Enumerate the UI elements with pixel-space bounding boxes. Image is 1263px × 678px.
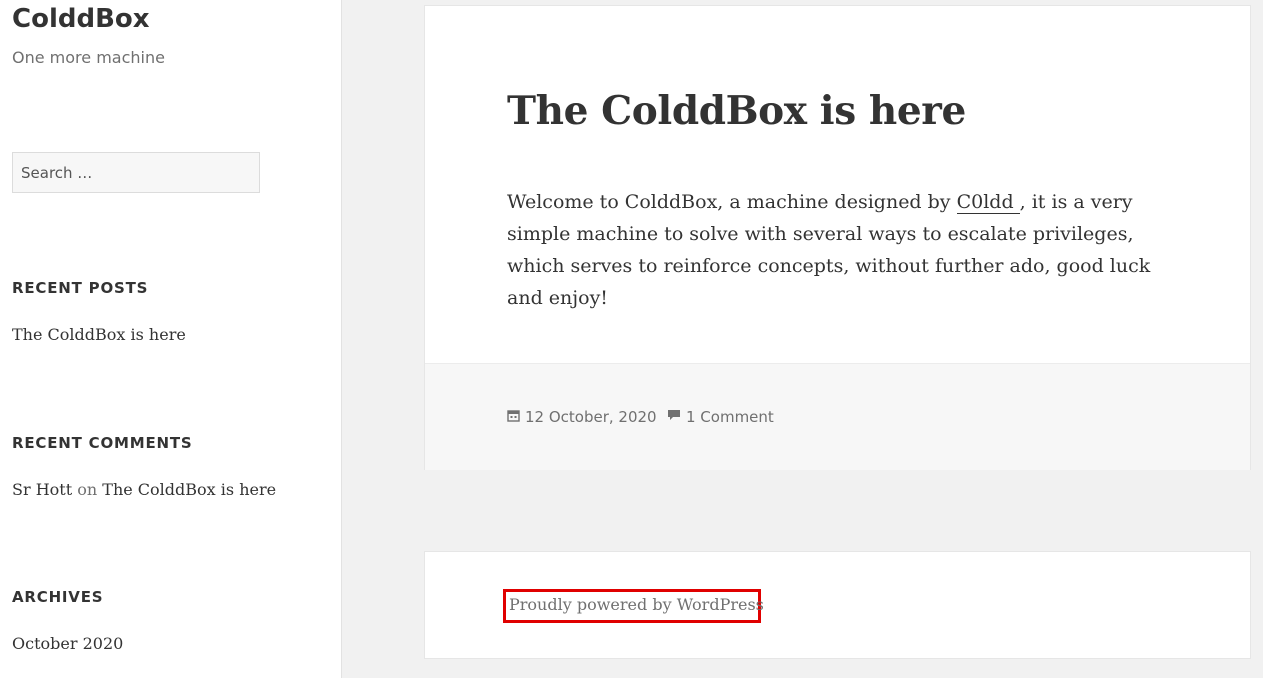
recent-posts-title: RECENT POSTS	[12, 279, 149, 297]
author-link[interactable]: C0ldd	[956, 191, 1020, 214]
comments-link[interactable]: 1 Comment	[686, 408, 774, 426]
post-meta-footer: 12 October, 2020 1 Comment	[425, 363, 1250, 470]
comment-on-text: on	[77, 480, 98, 499]
post-date-link[interactable]: 12 October, 2020	[525, 408, 657, 426]
site-title[interactable]: ColddBox	[12, 4, 150, 34]
recent-comments-title: RECENT COMMENTS	[12, 434, 193, 452]
recent-post-link[interactable]: The ColddBox is here	[12, 325, 186, 344]
sidebar: ColddBox One more machine RECENT POSTS T…	[0, 0, 342, 678]
calendar-icon	[507, 408, 520, 426]
post-content: Welcome to ColddBox, a machine designed …	[507, 186, 1167, 314]
archive-link[interactable]: October 2020	[12, 634, 123, 653]
site-description: One more machine	[12, 48, 165, 67]
post-content-before: Welcome to ColddBox, a machine designed …	[507, 191, 957, 213]
post-comments: 1 Comment	[667, 408, 774, 426]
comment-author-link[interactable]: Sr Hott	[12, 480, 72, 499]
site-footer: Proudly powered by WordPress	[424, 551, 1251, 659]
search-input[interactable]	[12, 152, 260, 193]
post-title[interactable]: The ColddBox is here	[507, 88, 966, 134]
post-card: The ColddBox is here Welcome to ColddBox…	[424, 5, 1251, 470]
comment-post-link[interactable]: The ColddBox is here	[102, 480, 276, 499]
archives-title: ARCHIVES	[12, 588, 104, 606]
comment-icon	[667, 408, 681, 426]
recent-comment-item: Sr Hott on The ColddBox is here	[12, 480, 276, 499]
powered-by-wordpress-link[interactable]: Proudly powered by WordPress	[503, 589, 764, 623]
post-date: 12 October, 2020	[507, 408, 657, 426]
